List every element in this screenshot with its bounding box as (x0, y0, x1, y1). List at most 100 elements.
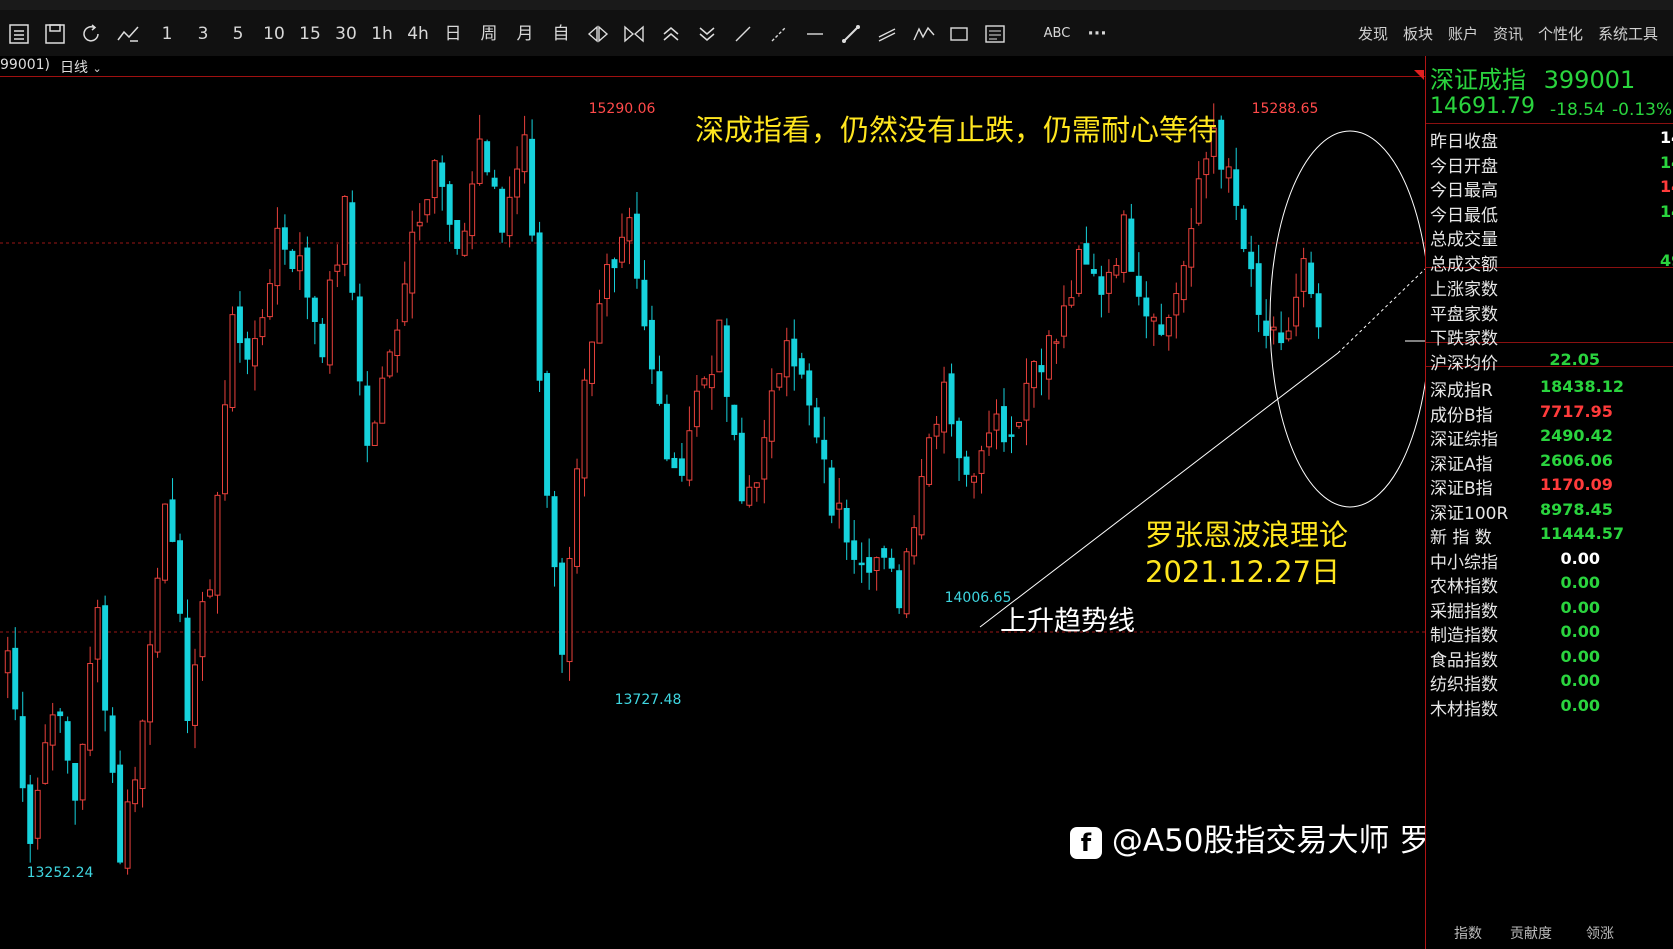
candle-body (109, 715, 116, 773)
wave-tool-icon[interactable] (912, 23, 936, 45)
zoom-out-icon[interactable] (622, 23, 646, 45)
period-day[interactable]: 日 (442, 23, 464, 45)
candle-body (117, 764, 124, 863)
dashed-line-tool-icon[interactable] (768, 23, 790, 45)
period-10[interactable]: 10 (262, 23, 286, 45)
indicator-icon[interactable] (116, 23, 140, 45)
quote-row: 中小综指 0.00 (1430, 548, 1673, 574)
candle-body (574, 468, 581, 567)
period-30[interactable]: 30 (334, 23, 358, 45)
text-tool-button[interactable]: ABC (1042, 23, 1072, 45)
candle-body (761, 437, 768, 480)
quote-label: 深证综指 (1430, 430, 1498, 450)
extreme-price-label: 15290.06 (589, 101, 656, 117)
period-month[interactable]: 月 (514, 23, 536, 45)
page-down-icon[interactable] (696, 23, 718, 45)
save-icon[interactable] (44, 23, 66, 45)
quote-panel: 深证成指 399001 14691.79 -18.54 -0.13% 昨日收盘 1… (1414, 56, 1673, 949)
quote-row: 食品指数 0.00 (1430, 646, 1673, 672)
candlestick-chart[interactable]: 15290.06 15288.65 13727.48 14006.65 13252.24… (0, 76, 1616, 941)
rectangle-tool-icon[interactable] (948, 23, 970, 45)
quote-row: 今日最高 14 (1430, 176, 1673, 202)
last-price: 14691.79 (1430, 94, 1535, 119)
menu-discover[interactable]: 发现 (1358, 23, 1388, 45)
period-select-label: 日线 (60, 60, 88, 76)
candle-body (866, 557, 873, 573)
line-tool-icon[interactable] (732, 23, 754, 45)
chart-subbar: 99001) 日线 ⌄ (0, 56, 1425, 76)
candle-body (124, 801, 131, 869)
candle-body (716, 319, 723, 373)
candle-body (881, 548, 888, 558)
page-up-icon[interactable] (660, 23, 682, 45)
candle-body (1053, 341, 1060, 344)
period-custom[interactable]: 自 (550, 23, 572, 45)
candle-body (102, 605, 109, 711)
date-annotation: 2021.12.27日 (1145, 555, 1341, 589)
candle-body (521, 134, 528, 173)
menu-system-tools[interactable]: 系统工具 (1598, 23, 1658, 45)
candle-body (1001, 406, 1007, 443)
candle-body (356, 296, 363, 382)
candle-body (1263, 320, 1270, 336)
candle-body (1278, 332, 1285, 344)
period-select[interactable]: 日线 ⌄ (60, 57, 102, 77)
candle-body (1075, 248, 1082, 294)
menu-personalize[interactable]: 个性化 (1538, 23, 1583, 45)
quote-row: 深证100R 8978.45 (1430, 499, 1673, 525)
menu-account[interactable]: 账户 (1448, 23, 1478, 45)
candle-body (933, 423, 940, 437)
period-15[interactable]: 15 (298, 23, 322, 45)
zoom-in-icon[interactable] (586, 23, 610, 45)
extreme-price-label: 15288.65 (1252, 101, 1319, 117)
text-box-tool-icon[interactable] (984, 23, 1006, 45)
segment-tool-icon[interactable] (840, 23, 862, 45)
candle-body (446, 184, 453, 225)
more-tools-button[interactable]: ··· (1085, 23, 1109, 45)
period-5[interactable]: 5 (229, 23, 247, 45)
candle-body (207, 589, 213, 597)
candle-body (648, 319, 655, 370)
candle-body (64, 721, 71, 761)
candle-body (1135, 275, 1142, 297)
tab-index[interactable]: 指数 (1454, 923, 1482, 943)
quote-row: 新 指 数 11444.57 (1430, 523, 1673, 549)
candle-body (154, 577, 161, 653)
parallel-line-tool-icon[interactable] (876, 23, 898, 45)
quote-value: 14 (1660, 152, 1673, 172)
candle-body (371, 422, 378, 446)
tab-contribution[interactable]: 贡献度 (1510, 923, 1552, 943)
candle-body (454, 220, 461, 249)
candle-body (1218, 119, 1225, 170)
refresh-icon[interactable] (80, 23, 102, 45)
trendline-label: 上升趋势线 (1000, 606, 1135, 637)
candle-body (993, 413, 1000, 431)
period-1[interactable]: 1 (158, 23, 176, 45)
candle-body (1315, 293, 1322, 328)
period-week[interactable]: 周 (478, 23, 500, 45)
candle-body (828, 467, 835, 516)
candle-body (956, 420, 963, 459)
quote-label: 农林指数 (1430, 577, 1498, 597)
candle-body (1008, 434, 1015, 437)
candle-body (1038, 365, 1045, 373)
quote-label: 木材指数 (1430, 699, 1498, 720)
period-4h[interactable]: 4h (406, 23, 430, 45)
menu-icon[interactable] (8, 23, 30, 45)
period-3[interactable]: 3 (194, 23, 212, 45)
chart-canvas: 15290.06 15288.6513727.4814006.6513252.24 (0, 101, 1425, 881)
candle-body (971, 475, 978, 483)
period-1h[interactable]: 1h (370, 23, 394, 45)
menu-sectors[interactable]: 板块 (1403, 23, 1433, 45)
tab-leading-gainers[interactable]: 领涨 (1586, 923, 1614, 943)
candle-body (791, 338, 798, 367)
horizontal-line-tool-icon[interactable] (804, 23, 826, 45)
quote-label: 制造指数 (1430, 626, 1498, 646)
panel-tabs: 指数 贡献度 领涨 (1426, 923, 1673, 943)
quote-label: 成份B指 (1430, 405, 1493, 426)
menu-news[interactable]: 资讯 (1493, 23, 1523, 45)
candle-body (1195, 178, 1202, 224)
quote-row: 成份B指 7717.95 (1430, 401, 1673, 427)
candle-body (611, 259, 618, 269)
quote-label: 深成指R (1430, 381, 1493, 401)
